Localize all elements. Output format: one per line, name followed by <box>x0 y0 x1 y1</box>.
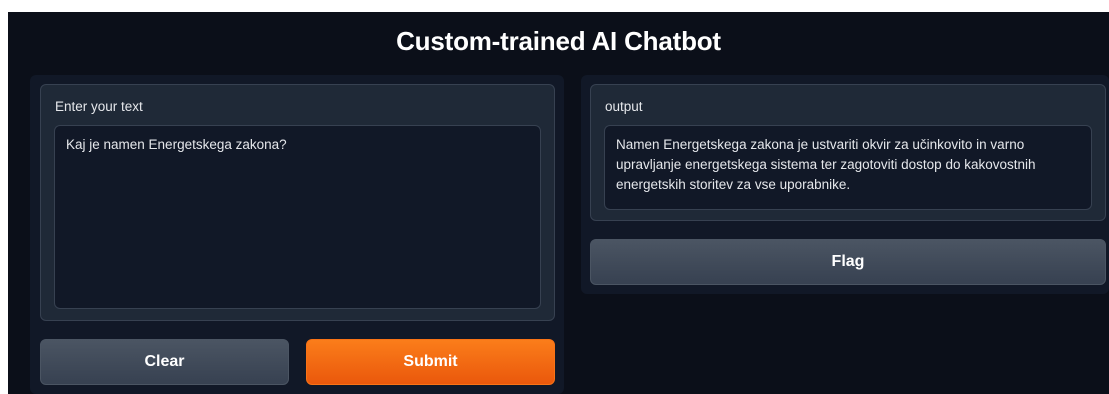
output-label: output <box>605 99 643 114</box>
submit-button[interactable]: Submit <box>306 339 555 385</box>
clear-button[interactable]: Clear <box>40 339 289 385</box>
app-container: Custom-trained AI Chatbot Enter your tex… <box>8 12 1109 394</box>
page-title: Custom-trained AI Chatbot <box>396 26 721 56</box>
input-label: Enter your text <box>55 99 143 114</box>
input-block: Enter your text Kaj je namen Energetskeg… <box>40 84 555 321</box>
output-panel: output Namen Energetskega zakona je ustv… <box>581 75 1109 294</box>
output-textbox[interactable]: Namen Energetskega zakona je ustvariti o… <box>604 125 1092 210</box>
text-input[interactable]: Kaj je namen Energetskega zakona? <box>54 125 541 309</box>
input-panel: Enter your text Kaj je namen Energetskeg… <box>30 75 564 394</box>
output-block: output Namen Energetskega zakona je ustv… <box>590 84 1106 221</box>
flag-button[interactable]: Flag <box>590 239 1106 285</box>
